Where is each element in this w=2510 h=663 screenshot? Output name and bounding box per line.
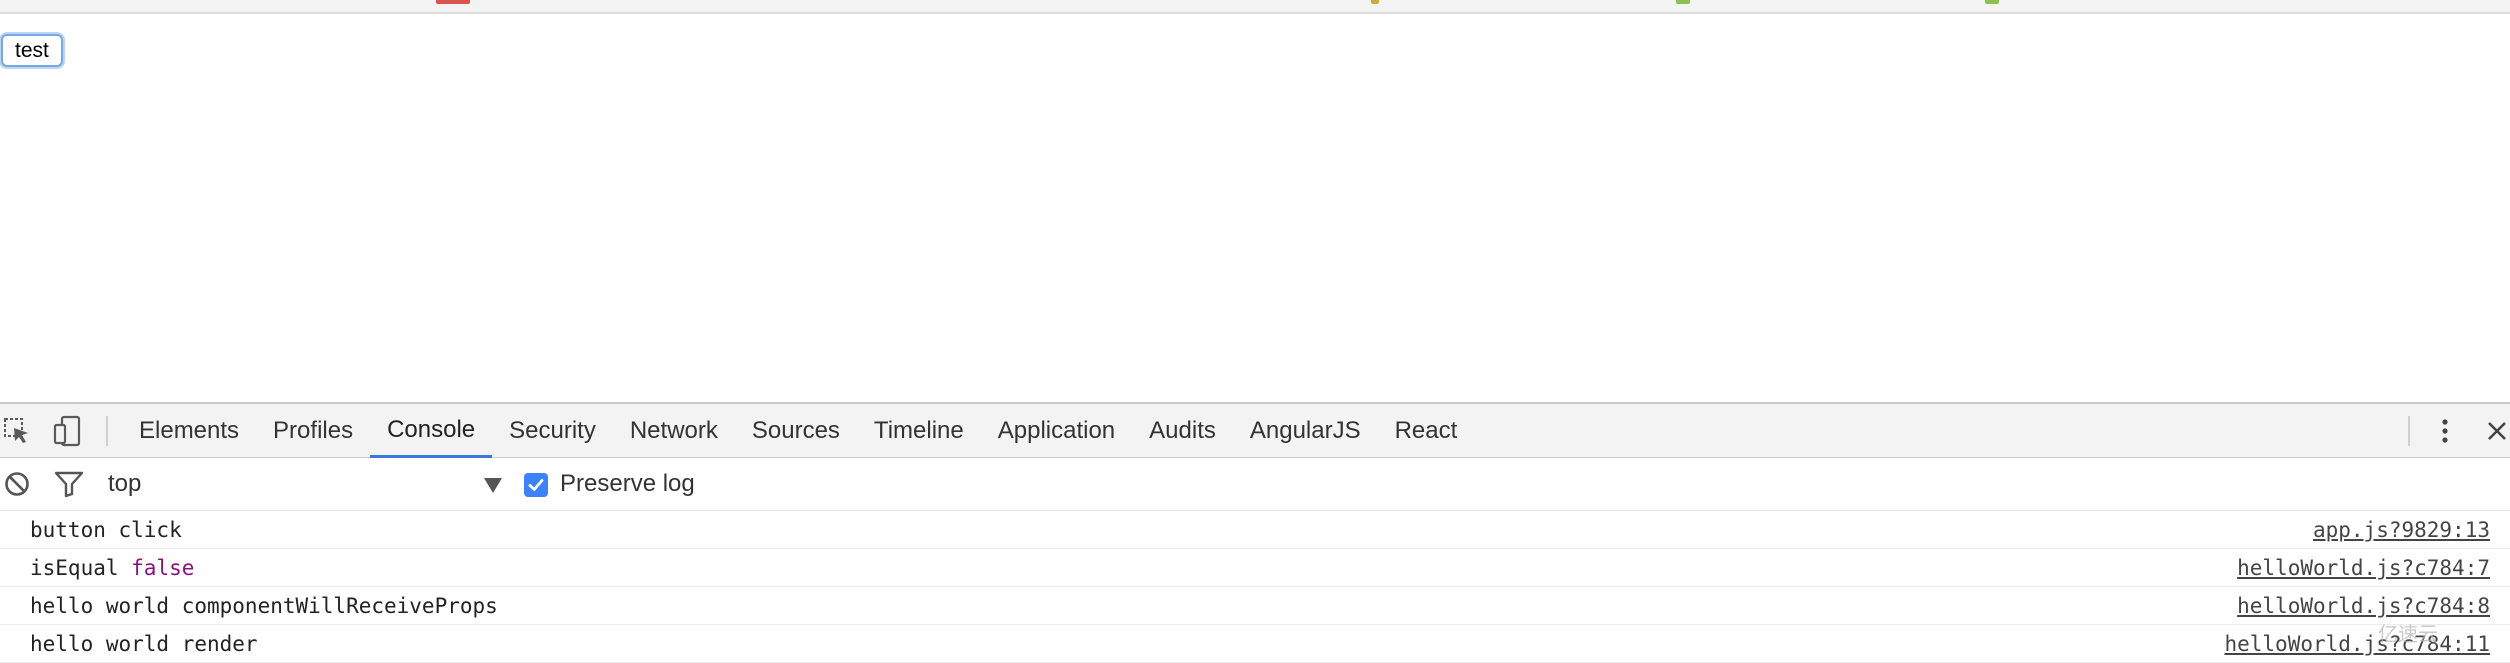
strip-mark-red — [436, 0, 470, 4]
console-message: isEqual false — [30, 556, 194, 580]
console-row: button click app.js?9829:13 — [0, 511, 2510, 549]
preserve-log-checkbox[interactable] — [524, 473, 548, 497]
strip-mark-yellow — [1371, 0, 1379, 4]
console-row: hello world componentWillReceiveProps hel… — [0, 587, 2510, 625]
strip-mark-green-2 — [1985, 0, 1999, 4]
clear-console-icon[interactable] — [0, 468, 34, 500]
console-message-text: hello world componentWillReceiveProps — [30, 594, 498, 618]
tab-angularjs[interactable]: AngularJS — [1233, 404, 1378, 458]
execution-context-value: top — [108, 470, 142, 497]
execution-context-select[interactable]: top — [100, 466, 502, 502]
preserve-log-label[interactable]: Preserve log — [560, 470, 695, 498]
console-messages: button click app.js?9829:13 isEqual false h… — [0, 511, 2510, 663]
console-source-link[interactable]: app.js?9829:13 — [2313, 518, 2490, 542]
tab-network[interactable]: Network — [613, 404, 735, 458]
dropdown-arrow-icon — [484, 478, 502, 493]
close-icon[interactable] — [2480, 415, 2510, 447]
console-row: isEqual false helloWorld.js?c784:7 — [0, 549, 2510, 587]
checkmark-icon — [528, 479, 544, 491]
console-filter-bar: top Preserve log — [0, 458, 2510, 511]
toolbar-divider-right — [2408, 416, 2410, 446]
test-button[interactable]: test — [1, 34, 63, 67]
tab-audits[interactable]: Audits — [1132, 404, 1233, 458]
console-value-boolean: false — [131, 556, 195, 580]
filter-icon[interactable] — [52, 468, 86, 500]
tab-react[interactable]: React — [1378, 404, 1475, 458]
tab-sources[interactable]: Sources — [735, 404, 857, 458]
console-source-link[interactable]: helloWorld.js?c784:11 — [2224, 632, 2490, 656]
tab-elements[interactable]: Elements — [122, 404, 256, 458]
device-toolbar-icon[interactable] — [50, 415, 84, 447]
tab-security[interactable]: Security — [492, 404, 613, 458]
tab-console[interactable]: Console — [370, 404, 493, 458]
console-message-text: hello world render — [30, 632, 258, 656]
inspect-cursor-icon[interactable] — [0, 415, 34, 447]
console-source-link[interactable]: helloWorld.js?c784:7 — [2237, 556, 2490, 580]
devtools-tabs: Elements Profiles Console Security Network So… — [122, 404, 1474, 458]
toolbar-divider — [106, 416, 108, 446]
console-row: hello world render helloWorld.js?c784:11 — [0, 625, 2510, 663]
console-message-text: button click — [30, 518, 182, 542]
strip-mark-green-1 — [1676, 0, 1690, 4]
tab-timeline[interactable]: Timeline — [857, 404, 981, 458]
console-message: button click — [30, 518, 182, 542]
devtools-tabbar: Elements Profiles Console Security Network So… — [0, 404, 2510, 458]
console-message: hello world componentWillReceiveProps — [30, 594, 498, 618]
console-message-text: isEqual — [30, 556, 132, 580]
devtools-panel: Elements Profiles Console Security Network So… — [0, 402, 2510, 663]
console-message: hello world render — [30, 632, 258, 656]
tab-profiles[interactable]: Profiles — [256, 404, 370, 458]
kebab-menu-icon[interactable] — [2428, 415, 2462, 447]
tab-application[interactable]: Application — [981, 404, 1132, 458]
watermark-text: 亿速云 — [2378, 624, 2438, 646]
page-content: test — [0, 14, 2510, 402]
console-source-link[interactable]: helloWorld.js?c784:8 — [2237, 594, 2490, 618]
browser-toolbar-strip — [0, 0, 2510, 14]
